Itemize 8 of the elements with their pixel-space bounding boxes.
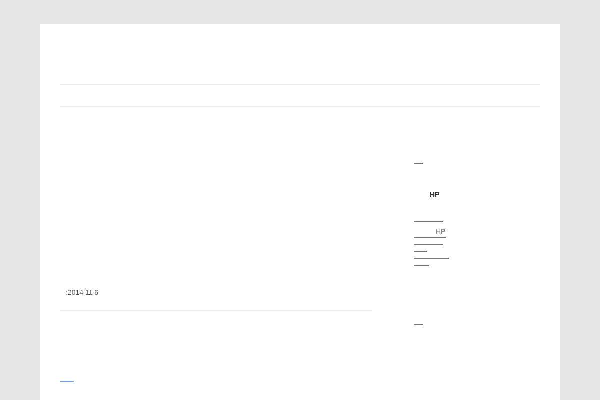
link-underline[interactable]: [414, 265, 429, 266]
link-underline[interactable]: [414, 163, 423, 164]
link-underline[interactable]: [414, 324, 423, 325]
link-underline[interactable]: [414, 251, 427, 252]
link-underline[interactable]: [60, 381, 74, 382]
link-underline[interactable]: [414, 221, 443, 222]
link-underline[interactable]: [414, 258, 449, 259]
link-underline[interactable]: [414, 244, 443, 245]
